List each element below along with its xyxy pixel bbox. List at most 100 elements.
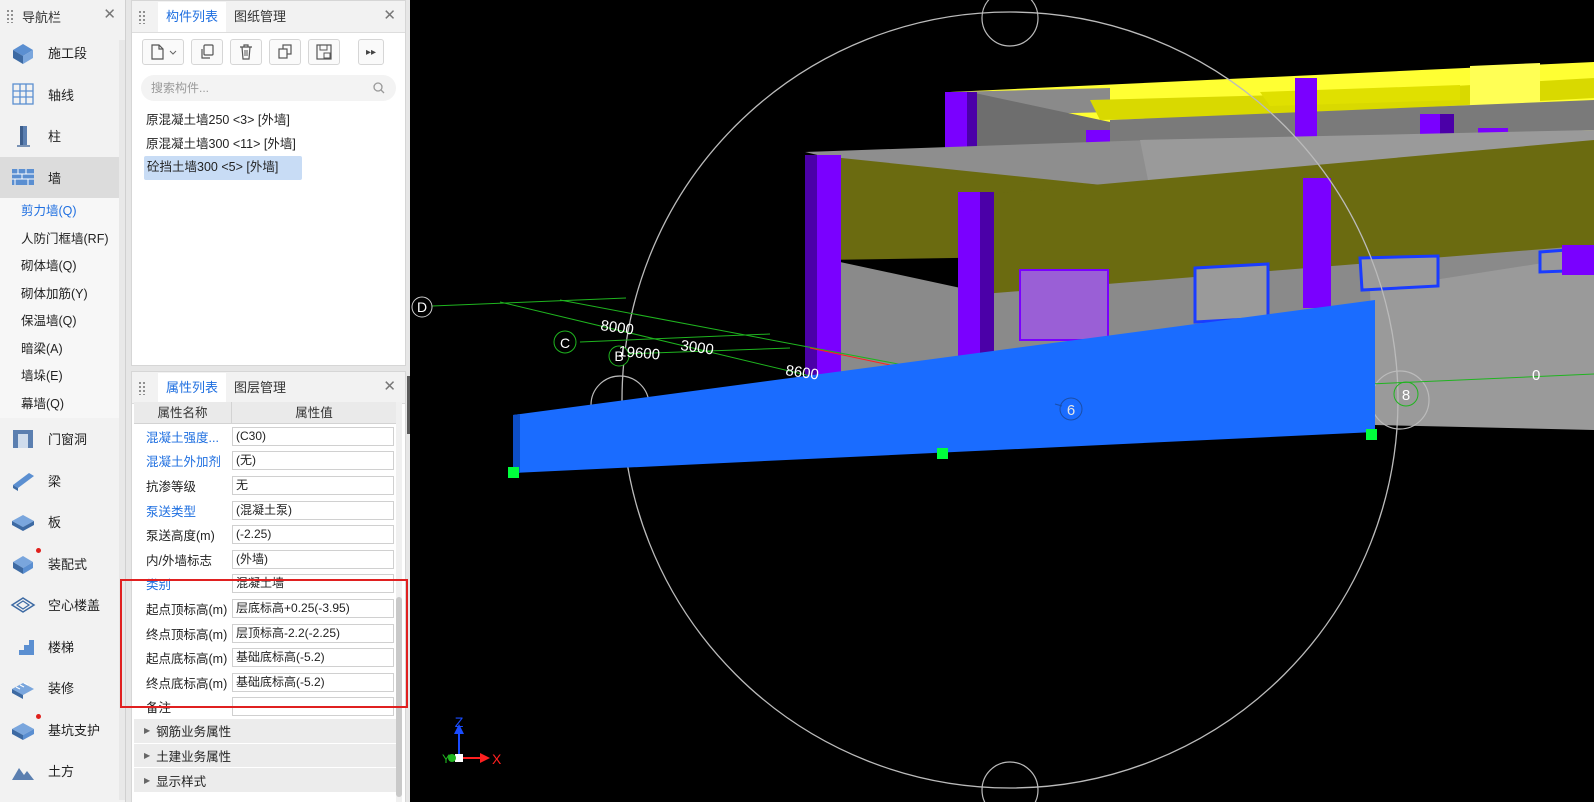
close-icon[interactable]: ✕ bbox=[383, 379, 396, 394]
wall-subtype-item[interactable]: 暗梁(A) bbox=[0, 336, 125, 364]
property-name[interactable]: 混凝土外加剂 bbox=[134, 451, 232, 470]
component-tab-bar: 构件列表 图纸管理 ✕ bbox=[132, 1, 405, 33]
nav-item-hollow-floor[interactable]: 空心楼盖 bbox=[0, 584, 125, 626]
nav-item-grid-axis[interactable]: 轴线 bbox=[0, 74, 125, 116]
nav-icon-wrap bbox=[10, 81, 36, 107]
property-table: 属性名称 属性值 混凝土强度... (C30) 混凝土外加剂 (无) 抗渗等级无泵送类型… bbox=[134, 402, 396, 793]
dimension-3000: 3000 bbox=[679, 337, 714, 358]
duplicate-layer-button[interactable] bbox=[269, 39, 301, 65]
nav-item-prefab[interactable]: 装配式 bbox=[0, 543, 125, 585]
search-input[interactable] bbox=[151, 81, 351, 95]
nav-item-label: 基坑支护 bbox=[48, 722, 101, 738]
component-list-item[interactable]: 原混凝土墙300 <11> [外墙] bbox=[132, 133, 302, 157]
property-row: 内/外墙标志 (外墙) bbox=[134, 547, 396, 572]
nav-item-label: 楼梯 bbox=[48, 639, 75, 655]
property-value-field[interactable] bbox=[232, 697, 394, 717]
component-list-item[interactable]: 原混凝土墙250 <3> [外墙] bbox=[132, 109, 302, 133]
property-value-field[interactable]: (外墙) bbox=[232, 549, 394, 569]
more-tools-button[interactable]: ▸▸ bbox=[358, 39, 384, 65]
grid-label-6: 6 bbox=[1067, 402, 1075, 419]
property-row: 抗渗等级 无 bbox=[134, 473, 396, 498]
nav-item-column[interactable]: 柱 bbox=[0, 115, 125, 157]
save-template-button[interactable] bbox=[308, 39, 340, 65]
nav-icon-wrap bbox=[10, 123, 36, 149]
property-row: 终点底标高(m) 基础底标高(-5.2) bbox=[134, 670, 396, 695]
search-icon[interactable] bbox=[372, 81, 386, 95]
tab-property-list[interactable]: 属性列表 bbox=[158, 373, 227, 403]
property-value-field[interactable]: 无 bbox=[232, 475, 394, 495]
nav-icon-wrap bbox=[10, 633, 36, 659]
navigation-header: 导航栏 ✕ bbox=[0, 0, 125, 32]
tab-drawing-management[interactable]: 图纸管理 bbox=[226, 2, 294, 32]
property-value-field[interactable]: 基础底标高(-5.2) bbox=[232, 672, 394, 692]
property-name[interactable]: 类别 bbox=[134, 574, 232, 593]
property-name: 起点底标高(m) bbox=[146, 652, 228, 667]
nav-icon-wrap bbox=[10, 40, 36, 66]
wall-subtype-item[interactable]: 幕墙(Q) bbox=[0, 391, 125, 419]
navigation-scrollbar[interactable] bbox=[119, 40, 125, 800]
property-value-field[interactable]: (-2.25) bbox=[232, 525, 394, 545]
copy-component-button[interactable] bbox=[191, 39, 223, 65]
nav-icon-wrap bbox=[10, 592, 36, 618]
wall-subtype-item[interactable]: 保温墙(Q) bbox=[0, 308, 125, 336]
nav-item-foundation-pit[interactable]: 基坑支护 bbox=[0, 709, 125, 751]
property-row: 备注 bbox=[134, 695, 396, 720]
nav-item-door-window[interactable]: 门窗洞 bbox=[0, 418, 125, 460]
property-name[interactable]: 混凝土强度... bbox=[134, 427, 232, 446]
close-icon[interactable]: ✕ bbox=[103, 7, 116, 22]
nav-item-beam[interactable]: 梁 bbox=[0, 460, 125, 502]
earthwork-icon bbox=[12, 767, 34, 780]
component-list-item[interactable]: 砼挡土墙300 <5> [外墙] bbox=[144, 156, 302, 180]
nav-item-decoration[interactable]: 装修 bbox=[0, 667, 125, 709]
property-group-header[interactable]: ▶ 钢筋业务属性 bbox=[134, 719, 396, 744]
nav-item-construction-stage[interactable]: 施工段 bbox=[0, 32, 125, 74]
nav-icon-wrap bbox=[10, 716, 36, 742]
property-group-header[interactable]: ▶ 显示样式 bbox=[134, 768, 396, 793]
drag-grip-icon[interactable] bbox=[6, 9, 14, 23]
wall-subtype-item[interactable]: 砌体加筋(Y) bbox=[0, 281, 125, 309]
tab-layer-management[interactable]: 图层管理 bbox=[226, 373, 294, 403]
property-panel: 属性列表 图层管理 ✕ 属性名称 属性值 混凝土强度... (C30) 混凝土外加剂… bbox=[131, 371, 406, 802]
property-row: 混凝土外加剂 (无) bbox=[134, 449, 396, 474]
wall-subtype-item[interactable]: 砌体墙(Q) bbox=[0, 253, 125, 281]
property-value-field[interactable]: 混凝土墙 bbox=[232, 574, 394, 594]
property-value-field[interactable]: (C30) bbox=[232, 426, 394, 446]
nav-item-stairs[interactable]: 楼梯 bbox=[0, 626, 125, 668]
3d-model-canvas[interactable]: D C B 6 8 8000 19600 3000 8600 0 Z X Y bbox=[410, 0, 1594, 802]
close-icon[interactable]: ✕ bbox=[383, 8, 396, 23]
property-value-field[interactable]: (无) bbox=[232, 451, 394, 471]
nav-item-earthwork[interactable]: 土方 bbox=[0, 750, 125, 792]
column-header-value: 属性值 bbox=[295, 406, 333, 420]
property-name[interactable]: 泵送类型 bbox=[134, 501, 232, 520]
property-group-header[interactable]: ▶ 土建业务属性 bbox=[134, 743, 396, 769]
property-row: 泵送类型 (混凝土泵) bbox=[134, 498, 396, 523]
expand-triangle-icon: ▶ bbox=[144, 726, 151, 736]
drag-grip-icon[interactable] bbox=[138, 10, 146, 24]
nav-item-label: 门窗洞 bbox=[48, 432, 88, 448]
notification-dot bbox=[36, 713, 41, 719]
nav-item-label: 墙 bbox=[48, 170, 62, 186]
wall-subtype-item[interactable]: 人防门框墙(RF) bbox=[0, 226, 125, 254]
property-value-field[interactable]: 基础底标高(-5.2) bbox=[232, 648, 394, 668]
axis-x-label: X bbox=[492, 751, 502, 767]
property-value-field[interactable]: (混凝土泵) bbox=[232, 500, 394, 520]
property-scrollbar[interactable] bbox=[396, 402, 402, 802]
property-value-field[interactable]: 层底标高+0.25(-3.95) bbox=[232, 598, 394, 618]
property-name: 备注 bbox=[146, 701, 172, 716]
nav-item-wall[interactable]: 墙 bbox=[0, 156, 125, 198]
delete-component-button[interactable] bbox=[230, 39, 262, 65]
nav-icon-wrap bbox=[10, 426, 36, 452]
dimension-0: 0 bbox=[1532, 367, 1540, 384]
grid-label-d: D bbox=[417, 299, 427, 315]
scrollbar-thumb[interactable] bbox=[396, 597, 402, 797]
wall-subtype-item[interactable]: 剪力墙(Q) bbox=[0, 198, 125, 226]
grid-axis-icon bbox=[12, 83, 34, 105]
3d-viewport[interactable]: D C B 6 8 8000 19600 3000 8600 0 Z X Y bbox=[410, 0, 1594, 802]
wall-subtype-item[interactable]: 墙垛(E) bbox=[0, 363, 125, 391]
tab-component-list[interactable]: 构件列表 bbox=[158, 2, 227, 32]
new-component-button[interactable] bbox=[142, 39, 184, 65]
drag-grip-icon[interactable] bbox=[138, 381, 146, 395]
property-value-field[interactable]: 层顶标高-2.2(-2.25) bbox=[232, 623, 394, 643]
property-group-label: 土建业务属性 bbox=[156, 750, 232, 765]
nav-item-slab[interactable]: 板 bbox=[0, 501, 125, 543]
